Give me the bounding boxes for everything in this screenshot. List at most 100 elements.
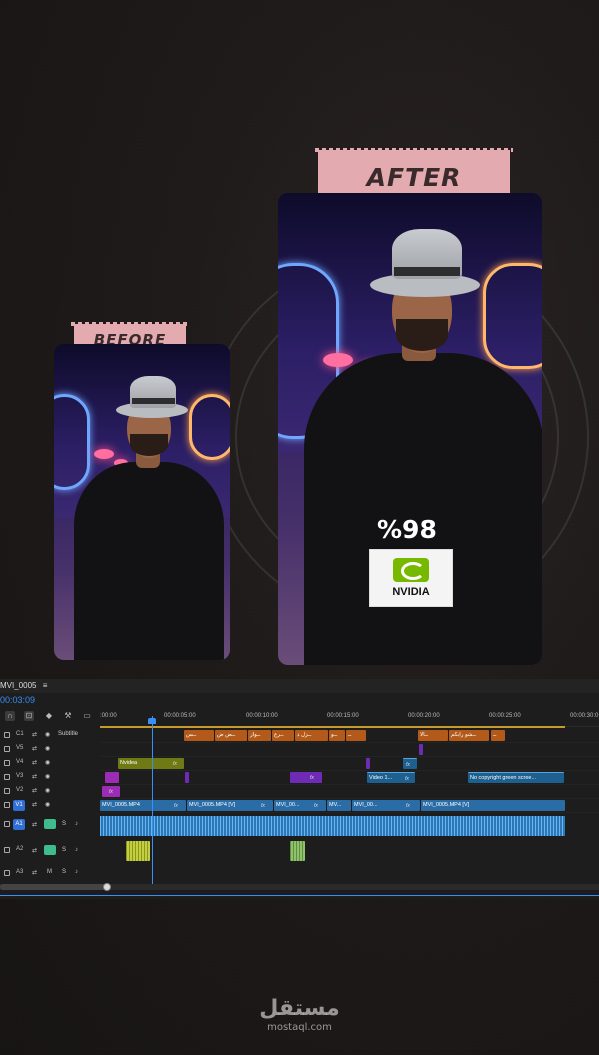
clip[interactable] [366, 758, 370, 769]
mute-button[interactable]: M [47, 869, 52, 875]
mic-icon[interactable]: ♪ [75, 821, 78, 827]
sync-icon[interactable]: ⇄ [32, 787, 37, 794]
lock-icon[interactable] [4, 870, 10, 876]
clip[interactable] [185, 772, 189, 783]
linked-selection-icon[interactable]: ⊡ [24, 711, 34, 721]
eye-icon[interactable]: ◉ [45, 745, 50, 752]
time-ruler[interactable]: :00:00 00:00:05:00 00:00:10:00 00:00:15:… [100, 708, 599, 727]
eye-icon[interactable]: ◉ [45, 801, 50, 808]
eye-icon[interactable]: ◉ [45, 787, 50, 794]
scrollbar-thumb[interactable] [0, 884, 108, 890]
eye-icon[interactable]: ◉ [45, 759, 50, 766]
eye-icon[interactable]: ◉ [45, 773, 50, 780]
menu-icon[interactable]: ≡ [43, 681, 48, 690]
lock-icon[interactable] [4, 774, 10, 780]
lock-icon[interactable] [4, 847, 10, 853]
audio-clip[interactable] [126, 841, 150, 861]
track-name: V2 [16, 787, 24, 793]
snap-icon[interactable]: ∩ [5, 711, 15, 721]
track-header-a3: A3 ⇄ M S ♪ [0, 865, 100, 881]
subtitle-clip[interactable]: ــزل د [295, 730, 328, 741]
video-clip[interactable]: MVI_0005.MP4 [V] [421, 800, 565, 811]
video-clip[interactable]: MVI_0005.MP4 fx [100, 800, 186, 811]
mic-icon[interactable]: ♪ [75, 847, 78, 853]
wrench-icon[interactable]: ⚒ [63, 711, 73, 721]
ruler-tick: 00:00:20:00 [408, 713, 440, 719]
subtitle-clip[interactable]: ــ [346, 730, 366, 741]
ruler-tick: 00:00:05:00 [164, 713, 196, 719]
lock-icon[interactable] [4, 788, 10, 794]
sync-icon[interactable]: ⇄ [32, 731, 37, 738]
nvidia-clip[interactable]: Nvidea fx [118, 758, 184, 769]
person [54, 344, 230, 660]
green-screen-clip[interactable]: No copyright green scree... [468, 772, 564, 783]
track-row-v1[interactable]: MVI_0005.MP4 fx MVI_0005.MP4 [V] fx MVI_… [100, 799, 599, 813]
track-name: C1 [16, 731, 24, 737]
track-row-c1[interactable]: ــس ــض ض ــواز ــرع ــزل د ــو ــ ــالا… [100, 729, 599, 743]
clip[interactable]: fx [102, 786, 120, 797]
video-clip[interactable]: MVI_00... fx [352, 800, 420, 811]
premiere-timeline-panel: MVI_0005 ≡ 00:03:09 ∩ ⊡ ◆ ⚒ ▭ :00:00 00:… [0, 679, 599, 899]
lock-icon[interactable] [4, 732, 10, 738]
clip[interactable] [419, 744, 423, 755]
lock-icon[interactable] [4, 821, 10, 827]
playhead[interactable] [152, 716, 153, 886]
mute-button[interactable] [44, 819, 56, 829]
solo-button[interactable]: S [62, 821, 66, 827]
subtitle-clip[interactable]: ــرع [272, 730, 294, 741]
video-clip[interactable]: MVI_00... fx [274, 800, 326, 811]
clip[interactable] [105, 772, 119, 783]
track-header-a1: A1 ⇄ S ♪ [0, 813, 100, 837]
subtitle-clip[interactable]: ــواز [248, 730, 271, 741]
track-name: A2 [16, 846, 24, 852]
clip[interactable]: fx [290, 772, 322, 783]
track-row-v3[interactable]: fx Video 1... fx No copyright green scre… [100, 771, 599, 785]
fx-badge: fx [310, 775, 314, 781]
track-row-a2[interactable] [100, 839, 599, 863]
sync-icon[interactable]: ⇄ [32, 869, 37, 876]
solo-button[interactable]: S [62, 847, 66, 853]
captions-icon[interactable]: ▭ [82, 711, 92, 721]
sync-icon[interactable]: ⇄ [32, 745, 37, 752]
track-row-v5[interactable] [100, 743, 599, 757]
zoom-handle[interactable] [103, 883, 111, 891]
lock-icon[interactable] [4, 746, 10, 752]
track-name: V5 [16, 745, 24, 751]
subtitle-clip[interactable]: ــ [491, 730, 505, 741]
video-clip[interactable]: MVI_0005.MP4 [V] fx [187, 800, 273, 811]
solo-button[interactable]: S [62, 869, 66, 875]
fx-badge: fx [173, 761, 177, 767]
playhead-handle[interactable] [148, 718, 156, 724]
track-row-v4[interactable]: Nvidea fx fx [100, 757, 599, 771]
subtitle-clip[interactable]: ــس [184, 730, 214, 741]
clip[interactable]: fx [403, 758, 417, 769]
timecode[interactable]: 00:03:09 [0, 695, 35, 705]
track-name[interactable]: V1 [13, 800, 25, 811]
video-clip[interactable]: Video 1... fx [367, 772, 415, 783]
subtitle-clip[interactable]: ــو [329, 730, 345, 741]
subtitle-clip[interactable]: ــالا [418, 730, 448, 741]
track-row-v2[interactable]: fx [100, 785, 599, 799]
sync-icon[interactable]: ⇄ [32, 773, 37, 780]
sync-icon[interactable]: ⇄ [32, 847, 37, 854]
video-clip[interactable]: MV... [327, 800, 351, 811]
sync-icon[interactable]: ⇄ [32, 821, 37, 828]
horizontal-scrollbar[interactable] [0, 883, 599, 891]
ruler-tick: :00:00 [100, 713, 117, 719]
marker-icon[interactable]: ◆ [44, 711, 54, 721]
mute-button[interactable] [44, 845, 56, 855]
sync-icon[interactable]: ⇄ [32, 759, 37, 766]
track-name[interactable]: A1 [13, 819, 25, 830]
lock-icon[interactable] [4, 760, 10, 766]
lock-icon[interactable] [4, 802, 10, 808]
sync-icon[interactable]: ⇄ [32, 801, 37, 808]
audio-clip[interactable] [290, 841, 305, 861]
work-area-bar[interactable] [100, 726, 565, 728]
mic-icon[interactable]: ♪ [75, 869, 78, 875]
audio-clip-a1[interactable] [100, 816, 565, 836]
nvidia-eye-icon [393, 558, 429, 582]
subtitle-clip[interactable]: ــض ض [215, 730, 247, 741]
subtitle-clip[interactable]: ــشو رابكم [449, 730, 489, 741]
sequence-tab[interactable]: MVI_0005 ≡ [0, 679, 599, 693]
eye-icon[interactable]: ◉ [45, 731, 50, 738]
